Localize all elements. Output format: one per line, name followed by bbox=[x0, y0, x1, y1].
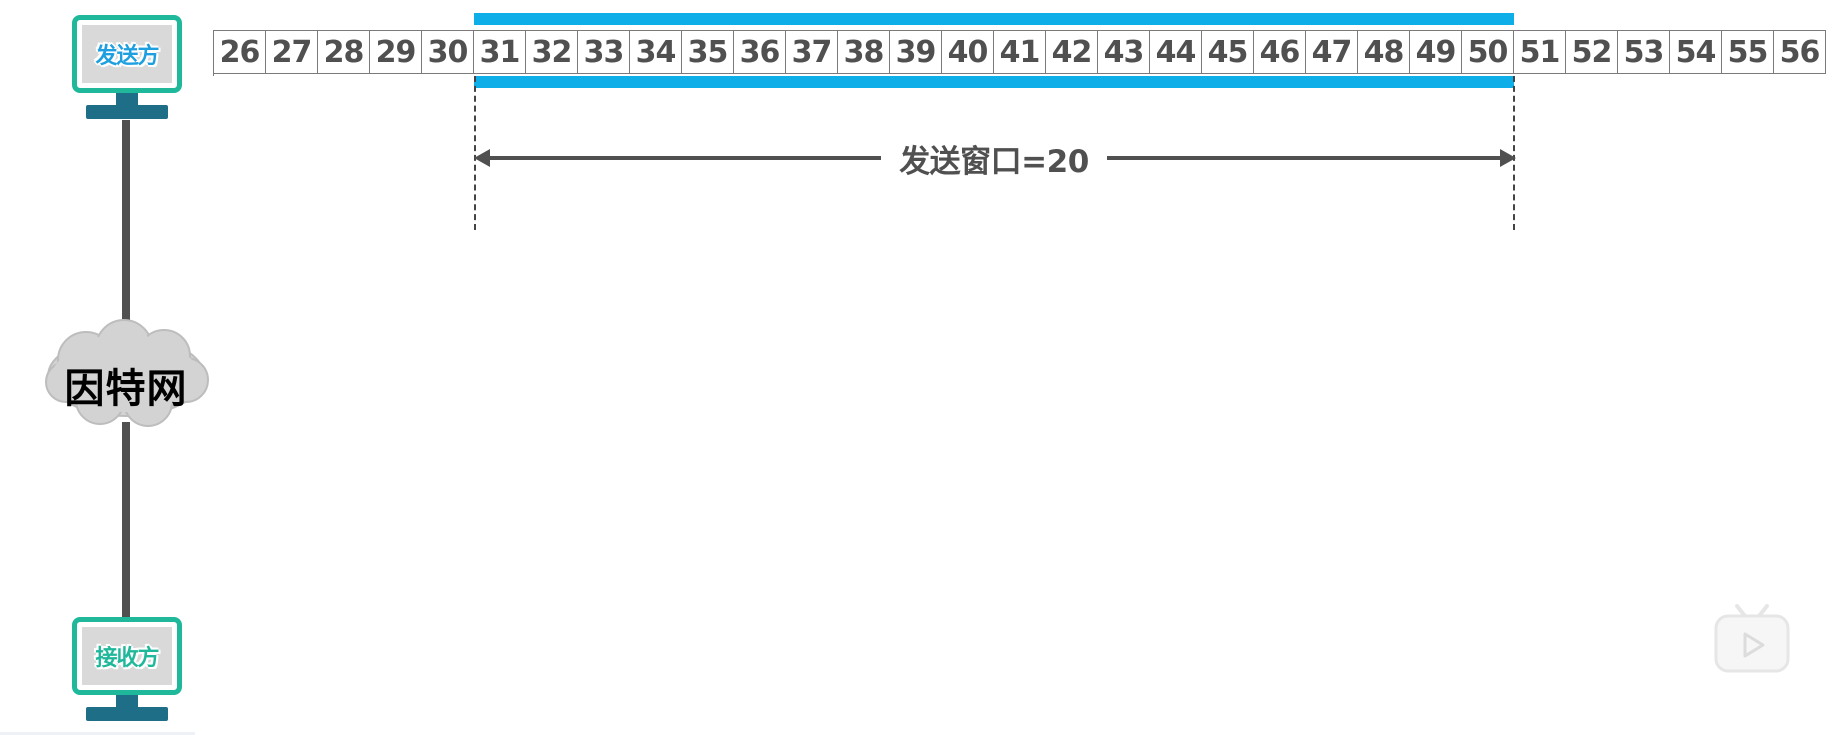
sequence-cell-29: 29 bbox=[370, 30, 422, 74]
sequence-cell-30: 30 bbox=[422, 30, 474, 74]
send-window-top-bar bbox=[474, 13, 1514, 25]
sequence-cell-45: 45 bbox=[1202, 30, 1254, 74]
sequence-cell-47: 47 bbox=[1306, 30, 1358, 74]
link-line-top bbox=[122, 120, 130, 330]
sequence-cell-37: 37 bbox=[786, 30, 838, 74]
sequence-number-row: 26 27 28 29 30 31 32 33 34 35 36 37 38 39 40 41 42 43 44 45… bbox=[213, 30, 1826, 76]
sequence-cell-43: 43 bbox=[1098, 30, 1150, 74]
sequence-cell-42: 42 bbox=[1046, 30, 1098, 74]
sender-monitor: 发送方 bbox=[72, 15, 182, 93]
sequence-cell-55: 55 bbox=[1722, 30, 1774, 74]
sequence-cell-38: 38 bbox=[838, 30, 890, 74]
sequence-cell-28: 28 bbox=[318, 30, 370, 74]
sequence-cell-48: 48 bbox=[1358, 30, 1410, 74]
sender-stand-base bbox=[86, 105, 168, 119]
sequence-cell-34: 34 bbox=[630, 30, 682, 74]
sender-label: 发送方 bbox=[95, 44, 159, 69]
sequence-cell-51: 51 bbox=[1514, 30, 1566, 74]
sequence-cell-50: 50 bbox=[1462, 30, 1514, 74]
internet-cloud-icon: 因特网 bbox=[40, 318, 212, 430]
play-watermark-icon bbox=[1714, 604, 1790, 673]
sequence-cell-54: 54 bbox=[1670, 30, 1722, 74]
sequence-cell-31: 31 bbox=[474, 30, 526, 74]
sequence-cell-41: 41 bbox=[994, 30, 1046, 74]
sequence-cell-52: 52 bbox=[1566, 30, 1618, 74]
send-window-label: 发送窗口=20 bbox=[881, 138, 1107, 180]
sequence-cell-36: 36 bbox=[734, 30, 786, 74]
sequence-cell-26: 26 bbox=[214, 30, 266, 74]
sequence-cell-56: 56 bbox=[1774, 30, 1826, 74]
receiver-monitor: 接收方 bbox=[72, 617, 182, 695]
receiver-stand-base bbox=[86, 707, 168, 721]
sequence-cell-44: 44 bbox=[1150, 30, 1202, 74]
internet-label: 因特网 bbox=[64, 366, 188, 412]
sequence-cell-39: 39 bbox=[890, 30, 942, 74]
sequence-cell-46: 46 bbox=[1254, 30, 1306, 74]
sequence-cell-40: 40 bbox=[942, 30, 994, 74]
receiver-screen: 接收方 bbox=[82, 627, 172, 685]
sequence-cell-32: 32 bbox=[526, 30, 578, 74]
send-window-bottom-bar bbox=[474, 76, 1514, 88]
sequence-cell-35: 35 bbox=[682, 30, 734, 74]
link-line-bottom bbox=[122, 422, 130, 620]
sequence-cell-49: 49 bbox=[1410, 30, 1462, 74]
receiver-label: 接收方 bbox=[95, 646, 159, 671]
sender-screen: 发送方 bbox=[82, 25, 172, 83]
sequence-cell-53: 53 bbox=[1618, 30, 1670, 74]
sequence-cell-33: 33 bbox=[578, 30, 630, 74]
sequence-cell-27: 27 bbox=[266, 30, 318, 74]
